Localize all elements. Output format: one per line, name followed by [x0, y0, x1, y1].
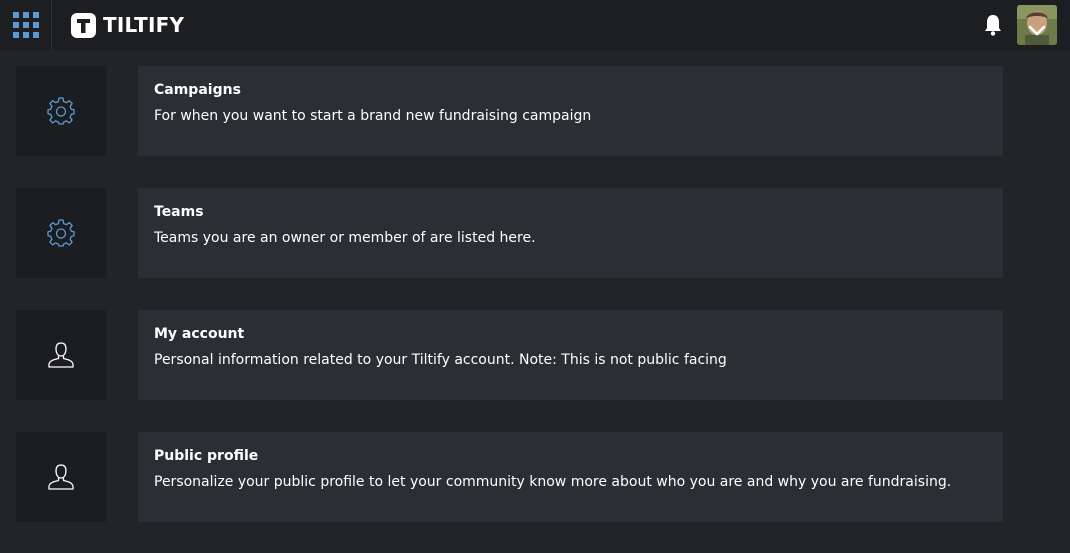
- menu-item-card[interactable]: Teams Teams you are an owner or member o…: [138, 188, 1003, 278]
- grid-apps-icon: [13, 12, 39, 38]
- user-avatar-button[interactable]: [1017, 5, 1057, 45]
- menu-item-teams[interactable]: Teams Teams you are an owner or member o…: [16, 188, 1003, 278]
- menu-item-description: Teams you are an owner or member of are …: [154, 230, 536, 246]
- menu-item-icon-box: [16, 188, 106, 278]
- menu-item-card[interactable]: My account Personal information related …: [138, 310, 1003, 400]
- chevron-down-icon: [1028, 25, 1046, 36]
- menu-item-icon-box: [16, 310, 106, 400]
- menu-item-campaigns[interactable]: Campaigns For when you want to start a b…: [16, 66, 1003, 156]
- bell-icon[interactable]: [982, 13, 1004, 37]
- menu-item-title: Teams: [154, 204, 204, 220]
- user-icon: [48, 342, 74, 368]
- top-navigation-bar: TILTIFY: [0, 0, 1070, 50]
- menu-item-icon-box: [16, 432, 106, 522]
- menu-item-description: Personalize your public profile to let y…: [154, 474, 952, 490]
- menu-item-title: Campaigns: [154, 82, 241, 98]
- logo-text: TILTIFY: [103, 13, 185, 37]
- menu-item-description: Personal information related to your Til…: [154, 352, 727, 368]
- menu-item-my-account[interactable]: My account Personal information related …: [16, 310, 1003, 400]
- menu-item-icon-box: [16, 66, 106, 156]
- menu-item-title: Public profile: [154, 448, 259, 464]
- menu-item-description: For when you want to start a brand new f…: [154, 108, 592, 124]
- menu-item-public-profile[interactable]: Public profile Personalize your public p…: [16, 432, 1003, 522]
- menu-item-card[interactable]: Campaigns For when you want to start a b…: [138, 66, 1003, 156]
- apps-menu-button[interactable]: [0, 0, 52, 50]
- tiltify-logo-icon: [71, 12, 96, 38]
- menu-item-title: My account: [154, 326, 245, 342]
- gear-icon: [47, 97, 75, 125]
- menu-item-card[interactable]: Public profile Personalize your public p…: [138, 432, 1003, 522]
- tiltify-logo[interactable]: TILTIFY: [71, 11, 184, 39]
- user-icon: [48, 464, 74, 490]
- gear-icon: [47, 219, 75, 247]
